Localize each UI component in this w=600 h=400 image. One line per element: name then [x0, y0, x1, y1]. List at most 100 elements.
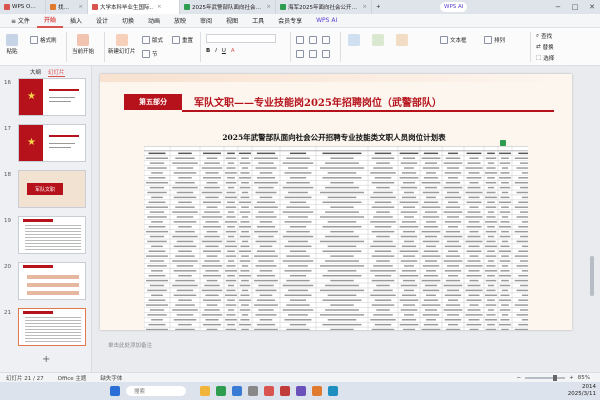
slide-thumbnail[interactable]: ★ [18, 124, 86, 162]
menu-tab[interactable]: 会员专享 [271, 14, 309, 28]
menu-tab[interactable]: 放映 [167, 14, 193, 28]
table-cell-text [176, 191, 194, 194]
text-box-button[interactable]: 文本框 [440, 36, 467, 44]
wps-ai-button[interactable]: WPS AI [440, 2, 468, 12]
format-painter-button[interactable]: 格式刷 [30, 36, 57, 44]
zoom-out-icon[interactable]: − [517, 375, 522, 381]
edge-icon[interactable] [232, 386, 242, 396]
table-cell-text [178, 152, 192, 155]
bullet-list-icon[interactable] [296, 36, 304, 44]
table-cell-text [241, 181, 249, 184]
slide-thumbnail[interactable] [18, 262, 86, 300]
slide-thumbnail[interactable]: ★ [18, 78, 86, 116]
arrange-button[interactable]: 排列 [484, 36, 505, 44]
table-cell-text [284, 196, 312, 199]
menu-tab[interactable]: 插入 [63, 14, 89, 28]
paste-button[interactable]: 粘贴 [6, 34, 18, 55]
clock[interactable]: 2014 2025/3/11 [556, 384, 596, 398]
numbered-list-icon[interactable] [309, 36, 317, 44]
vertical-scrollbar[interactable] [590, 256, 594, 296]
menu-tab[interactable]: 切换 [115, 14, 141, 28]
align-right-icon[interactable] [322, 50, 330, 58]
table-cell-text [467, 284, 481, 287]
layout-button[interactable]: 版式 [142, 36, 163, 44]
zoom-level[interactable]: 85% [578, 375, 590, 381]
window-tab[interactable]: WPS Office [0, 0, 46, 14]
new-slide-button[interactable]: 新建幻灯片 [108, 34, 136, 55]
close-icon[interactable]: ✕ [584, 0, 600, 14]
section-button[interactable]: 节 [142, 50, 158, 58]
table-cell-text [330, 328, 354, 330]
menu-tab[interactable]: 审阅 [193, 14, 219, 28]
new-tab-button[interactable]: + [372, 0, 385, 14]
indent-icon[interactable] [322, 36, 330, 44]
close-tab-icon[interactable]: × [78, 4, 83, 10]
app-icon[interactable] [248, 386, 258, 396]
menu-wps-ai[interactable]: WPS AI [309, 14, 344, 28]
zoom-slider[interactable] [525, 374, 566, 381]
align-center-icon[interactable] [309, 50, 317, 58]
app-icon[interactable] [280, 386, 290, 396]
find-button[interactable]: ⌕ 查找 [536, 32, 552, 41]
missing-font-indicator[interactable]: 缺失字体 [100, 374, 122, 382]
close-tab-icon[interactable]: × [266, 4, 271, 10]
window-tab[interactable]: 海军2025年面向社会公开招考文.. × [276, 0, 372, 14]
smartart-button[interactable] [396, 34, 408, 46]
table-cell-text [239, 299, 251, 301]
table-cell-text [516, 167, 528, 169]
wps-icon[interactable] [264, 386, 274, 396]
font-family-select[interactable] [206, 34, 276, 43]
table-cell-text [501, 304, 509, 306]
search-box[interactable]: 搜索 [126, 386, 186, 396]
underline-icon[interactable]: U [222, 48, 226, 54]
menu-tab[interactable]: 视图 [219, 14, 245, 28]
app-icon[interactable] [328, 386, 338, 396]
table-cell-text [469, 255, 479, 257]
table-cell-text [240, 196, 250, 199]
table-cell-text [465, 265, 483, 267]
menu-tab[interactable]: 工具 [245, 14, 271, 28]
current-slide[interactable]: 第五部分 军队文职——专业技能岗2025年招聘岗位（武警部队） 2025年武警部… [100, 74, 572, 330]
menu-tab[interactable]: 设计 [89, 14, 115, 28]
slide-thumbnail[interactable] [18, 308, 86, 346]
start-icon[interactable] [110, 386, 120, 396]
close-tab-icon[interactable]: × [157, 4, 162, 10]
menu-tab[interactable]: 动画 [141, 14, 167, 28]
zoom-slider-thumb[interactable] [553, 374, 558, 381]
picture-button[interactable] [372, 34, 384, 46]
tab-outline[interactable]: 大纲 [30, 68, 41, 76]
recruitment-table[interactable] [144, 146, 528, 330]
file-menu[interactable]: ≡ 文件 [4, 14, 37, 28]
maximize-icon[interactable]: □ [567, 0, 583, 14]
close-tab-icon[interactable]: × [362, 4, 367, 10]
app-icon[interactable] [296, 386, 306, 396]
slide-thumbnail[interactable] [18, 216, 86, 254]
notes-area[interactable]: 单击此处添加备注 [100, 338, 572, 352]
bold-icon[interactable]: B [206, 48, 210, 54]
shapes-button[interactable] [348, 34, 360, 46]
from-current-button[interactable]: 当前开始 [72, 34, 94, 55]
add-slide-button[interactable]: + [42, 354, 50, 365]
table-cell-text [486, 167, 496, 169]
zoom-in-icon[interactable]: + [569, 375, 574, 381]
table-cell-text [499, 211, 511, 213]
window-tab[interactable]: 大学本科毕业生国际.. × [88, 0, 180, 14]
italic-icon[interactable]: I [215, 48, 217, 54]
font-color-icon[interactable]: A [231, 48, 235, 54]
menu-tab[interactable]: 开始 [36, 14, 63, 28]
replace-button[interactable]: ⇄ 替换 [536, 43, 554, 51]
table-cell-text [468, 319, 480, 321]
align-left-icon[interactable] [296, 50, 304, 58]
select-button[interactable]: ⬚ 选择 [536, 54, 554, 62]
browser-icon[interactable] [216, 386, 226, 396]
reset-button[interactable]: 重置 [172, 36, 193, 44]
table-handle-icon[interactable] [500, 140, 506, 146]
app-icon[interactable] [312, 386, 322, 396]
minimize-icon[interactable]: − [550, 0, 566, 14]
tab-slides[interactable]: 幻灯片 [48, 68, 65, 77]
window-tab[interactable]: 2025年武警部队面向社会公开.. × [180, 0, 276, 14]
window-tab[interactable]: 找稻壳模板× [46, 0, 88, 14]
file-explorer-icon[interactable] [200, 386, 210, 396]
slide-thumbnail[interactable]: 军队文职 [18, 170, 86, 208]
table-cell-text [370, 196, 396, 199]
